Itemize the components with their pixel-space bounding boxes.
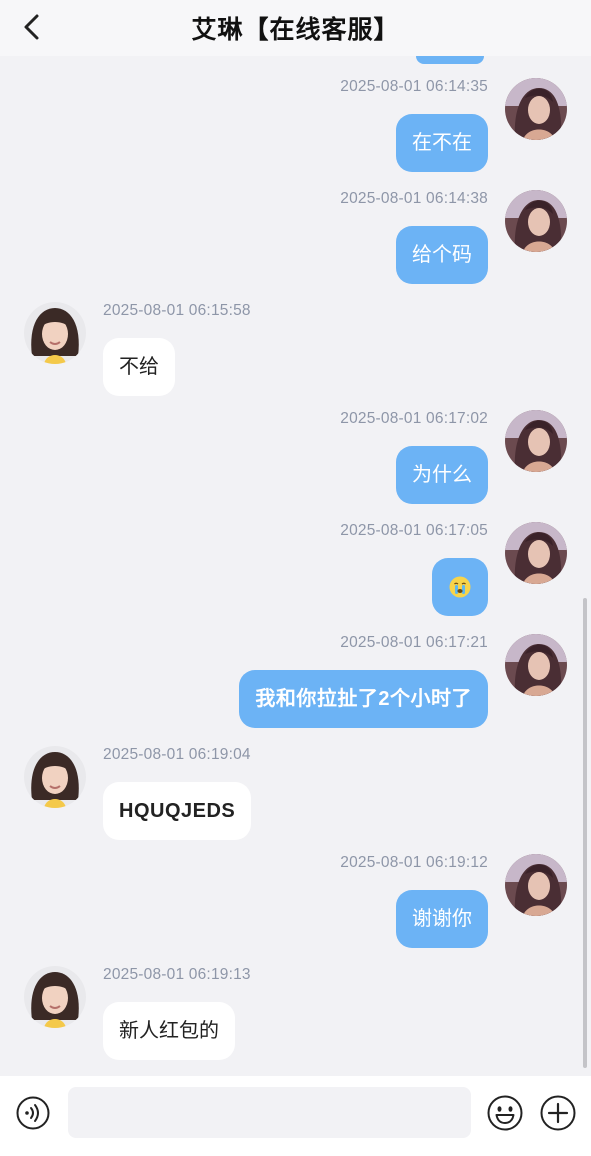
message-timestamp: 2025-08-01 06:17:02 bbox=[340, 410, 488, 427]
user-avatar[interactable] bbox=[505, 634, 567, 696]
back-chevron-icon[interactable] bbox=[20, 12, 44, 42]
message-bubble[interactable]: 我和你拉扯了2个小时了 bbox=[239, 670, 488, 728]
message-bubble[interactable]: 为什么 bbox=[396, 446, 488, 504]
message-list[interactable]: 2025-08-01 06:14:35 在不在 2025-08-01 06:14… bbox=[0, 56, 591, 1076]
user-avatar[interactable] bbox=[505, 854, 567, 916]
plus-icon[interactable] bbox=[540, 1095, 576, 1131]
message-bubble[interactable] bbox=[432, 558, 488, 616]
message-bubble[interactable]: 给个码 bbox=[396, 226, 488, 284]
user-avatar[interactable] bbox=[505, 190, 567, 252]
message-timestamp: 2025-08-01 06:14:38 bbox=[340, 190, 488, 207]
message-timestamp: 2025-08-01 06:19:04 bbox=[103, 746, 251, 763]
smiley-icon[interactable] bbox=[487, 1095, 523, 1131]
message-timestamp: 2025-08-01 06:17:21 bbox=[340, 634, 488, 651]
user-avatar[interactable] bbox=[505, 410, 567, 472]
message-bubble[interactable]: 在不在 bbox=[396, 114, 488, 172]
chat-header: 艾琳【在线客服】 bbox=[0, 0, 591, 56]
message-bubble[interactable]: 不给 bbox=[103, 338, 175, 396]
crying-face-icon bbox=[449, 576, 471, 598]
agent-avatar[interactable] bbox=[24, 746, 86, 808]
user-avatar[interactable] bbox=[505, 522, 567, 584]
partial-message-bubble bbox=[416, 56, 484, 64]
agent-avatar[interactable] bbox=[24, 966, 86, 1028]
message-bubble[interactable]: HQUQJEDS bbox=[103, 782, 252, 840]
message-bubble[interactable]: 新人红包的 bbox=[103, 1002, 235, 1060]
message-timestamp: 2025-08-01 06:19:13 bbox=[103, 966, 251, 983]
message-input[interactable] bbox=[68, 1087, 471, 1138]
message-bubble[interactable]: 谢谢你 bbox=[396, 890, 488, 948]
chat-title: 艾琳【在线客服】 bbox=[191, 16, 400, 44]
message-timestamp: 2025-08-01 06:19:12 bbox=[340, 854, 488, 871]
chat-scrollbar[interactable] bbox=[583, 598, 587, 1068]
message-timestamp: 2025-08-01 06:15:58 bbox=[103, 302, 251, 319]
voice-icon[interactable] bbox=[16, 1096, 50, 1130]
message-timestamp: 2025-08-01 06:14:35 bbox=[340, 78, 488, 95]
message-timestamp: 2025-08-01 06:17:05 bbox=[340, 522, 488, 539]
agent-avatar[interactable] bbox=[24, 302, 86, 364]
user-avatar[interactable] bbox=[505, 78, 567, 140]
